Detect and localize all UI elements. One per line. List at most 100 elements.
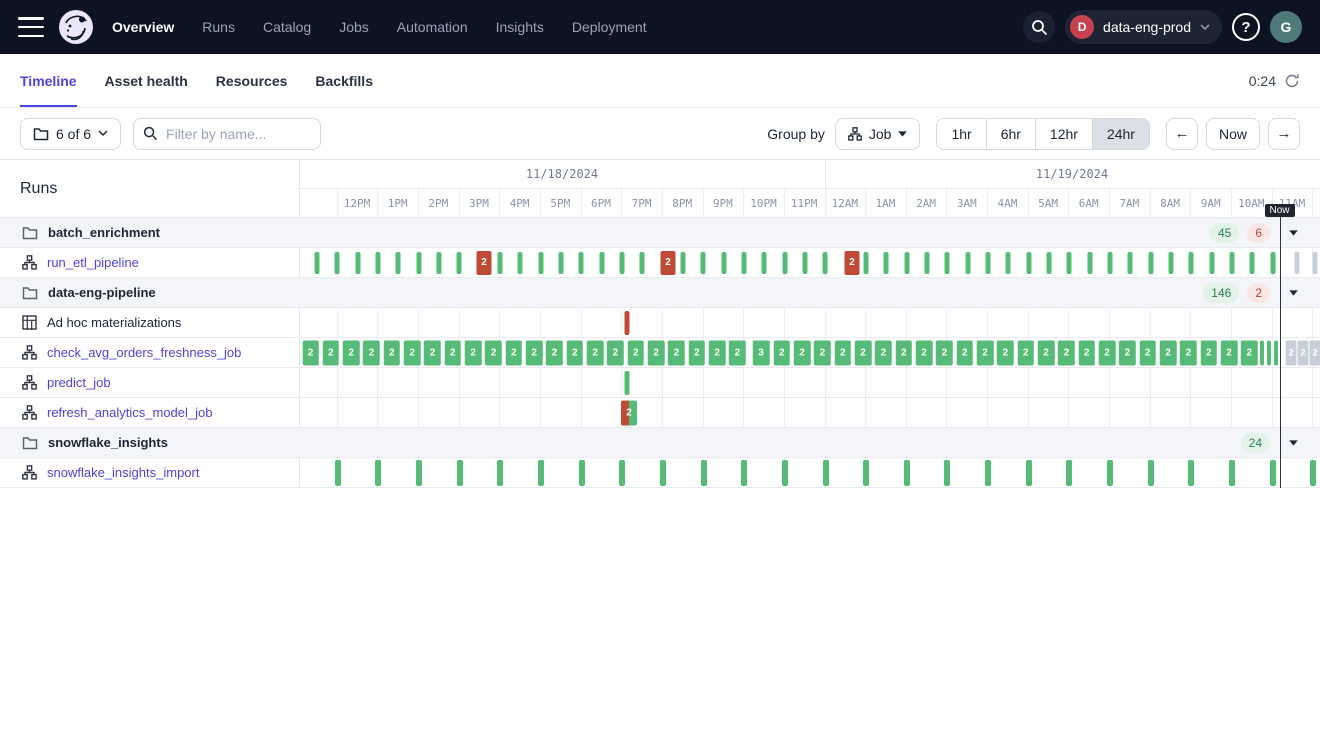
run-marker[interactable]: 2: [729, 340, 746, 365]
row-name[interactable]: refresh_analytics_model_job: [47, 405, 212, 420]
row-name[interactable]: predict_job: [47, 375, 111, 390]
timeline-next-button[interactable]: →: [1268, 118, 1300, 150]
run-marker[interactable]: [944, 460, 950, 486]
run-marker[interactable]: [741, 460, 747, 486]
help-icon[interactable]: ?: [1232, 13, 1260, 41]
run-marker[interactable]: 2: [1038, 340, 1055, 365]
nav-item-runs[interactable]: Runs: [202, 19, 235, 35]
run-marker[interactable]: [1046, 252, 1051, 274]
run-marker[interactable]: 2: [1017, 340, 1034, 365]
run-marker[interactable]: 2: [621, 400, 637, 425]
run-marker[interactable]: 2: [956, 340, 973, 365]
run-marker[interactable]: 2: [1200, 340, 1217, 365]
run-marker[interactable]: 2: [485, 340, 502, 365]
run-marker[interactable]: 2: [977, 340, 994, 365]
run-marker[interactable]: 2: [895, 340, 912, 365]
run-marker[interactable]: [1026, 252, 1031, 274]
run-marker[interactable]: [335, 252, 340, 274]
run-marker[interactable]: [701, 252, 706, 274]
run-marker[interactable]: [1229, 460, 1235, 486]
run-marker[interactable]: [1168, 252, 1173, 274]
run-marker[interactable]: [1209, 252, 1214, 274]
expand-caret-icon[interactable]: [1278, 281, 1308, 305]
run-marker[interactable]: 2: [526, 340, 543, 365]
run-marker[interactable]: [904, 460, 910, 486]
timeline-now-button[interactable]: Now: [1206, 118, 1260, 150]
filter-by-name-input[interactable]: [133, 118, 321, 150]
run-marker[interactable]: 2: [1310, 340, 1320, 365]
run-marker[interactable]: 2: [424, 340, 441, 365]
tab-resources[interactable]: Resources: [216, 54, 288, 107]
user-avatar[interactable]: G: [1270, 11, 1302, 43]
run-marker[interactable]: 2: [709, 340, 726, 365]
run-marker[interactable]: [1067, 252, 1072, 274]
expand-caret-icon[interactable]: [1278, 221, 1308, 245]
run-marker[interactable]: [924, 252, 929, 274]
run-marker[interactable]: [863, 252, 868, 274]
run-marker[interactable]: 2: [794, 340, 811, 365]
run-marker[interactable]: 2: [465, 340, 482, 365]
run-marker[interactable]: [497, 460, 503, 486]
expand-caret-icon[interactable]: [1278, 431, 1308, 455]
run-marker[interactable]: [457, 460, 463, 486]
run-marker[interactable]: 2: [689, 340, 706, 365]
run-marker[interactable]: [625, 311, 630, 335]
run-marker[interactable]: [457, 252, 462, 274]
run-marker[interactable]: [1148, 252, 1153, 274]
run-marker[interactable]: [1026, 460, 1032, 486]
group-row-data-eng-pipeline[interactable]: data-eng-pipeline1462: [0, 278, 1320, 308]
run-marker[interactable]: [904, 252, 909, 274]
hamburger-menu-icon[interactable]: [18, 17, 44, 37]
run-marker[interactable]: 2: [1160, 340, 1177, 365]
run-marker[interactable]: 2: [648, 340, 665, 365]
run-marker[interactable]: 2: [661, 251, 676, 275]
run-marker[interactable]: [1066, 460, 1072, 486]
nav-item-catalog[interactable]: Catalog: [263, 19, 311, 35]
run-marker[interactable]: [619, 252, 624, 274]
run-marker[interactable]: [1310, 460, 1316, 486]
run-marker[interactable]: [1148, 460, 1154, 486]
row-name[interactable]: snowflake_insights_import: [47, 465, 199, 480]
run-marker[interactable]: [416, 252, 421, 274]
run-marker[interactable]: 2: [774, 340, 791, 365]
run-marker[interactable]: 2: [668, 340, 685, 365]
run-marker[interactable]: 2: [363, 340, 380, 365]
timeline-prev-button[interactable]: ←: [1166, 118, 1198, 150]
run-marker[interactable]: [538, 252, 543, 274]
run-marker[interactable]: 2: [1058, 340, 1075, 365]
run-marker[interactable]: 2: [875, 340, 892, 365]
range-12hr-button[interactable]: 12hr: [1036, 119, 1093, 149]
run-marker[interactable]: 2: [936, 340, 953, 365]
tab-timeline[interactable]: Timeline: [20, 54, 77, 107]
run-marker[interactable]: 2: [323, 340, 340, 365]
run-marker[interactable]: [538, 460, 544, 486]
range-1hr-button[interactable]: 1hr: [937, 119, 986, 149]
run-marker[interactable]: [315, 252, 320, 274]
run-marker[interactable]: 2: [1119, 340, 1136, 365]
run-marker[interactable]: [782, 460, 788, 486]
run-marker[interactable]: 2: [1241, 340, 1258, 365]
run-marker[interactable]: [436, 252, 441, 274]
deployment-selector[interactable]: D data-eng-prod: [1065, 10, 1222, 44]
run-marker[interactable]: [1295, 252, 1300, 274]
run-marker[interactable]: [660, 460, 666, 486]
run-marker[interactable]: [640, 252, 645, 274]
refresh-icon[interactable]: [1284, 73, 1300, 89]
run-marker[interactable]: [884, 252, 889, 274]
dagster-logo-icon[interactable]: [58, 9, 94, 45]
run-marker[interactable]: [782, 252, 787, 274]
nav-item-insights[interactable]: Insights: [496, 19, 544, 35]
run-marker[interactable]: [985, 252, 990, 274]
run-marker[interactable]: 2: [845, 251, 860, 275]
group-by-select[interactable]: Job: [835, 118, 921, 150]
code-location-filter-button[interactable]: 6 of 6: [20, 118, 121, 150]
run-marker[interactable]: [945, 252, 950, 274]
run-marker[interactable]: [1250, 252, 1255, 274]
run-marker[interactable]: [1006, 252, 1011, 274]
run-marker[interactable]: 2: [834, 340, 851, 365]
run-marker[interactable]: 2: [628, 340, 645, 365]
range-24hr-button[interactable]: 24hr: [1093, 119, 1149, 149]
run-marker[interactable]: 2: [1221, 340, 1238, 365]
run-marker[interactable]: [1313, 252, 1318, 274]
run-marker[interactable]: [1229, 252, 1234, 274]
